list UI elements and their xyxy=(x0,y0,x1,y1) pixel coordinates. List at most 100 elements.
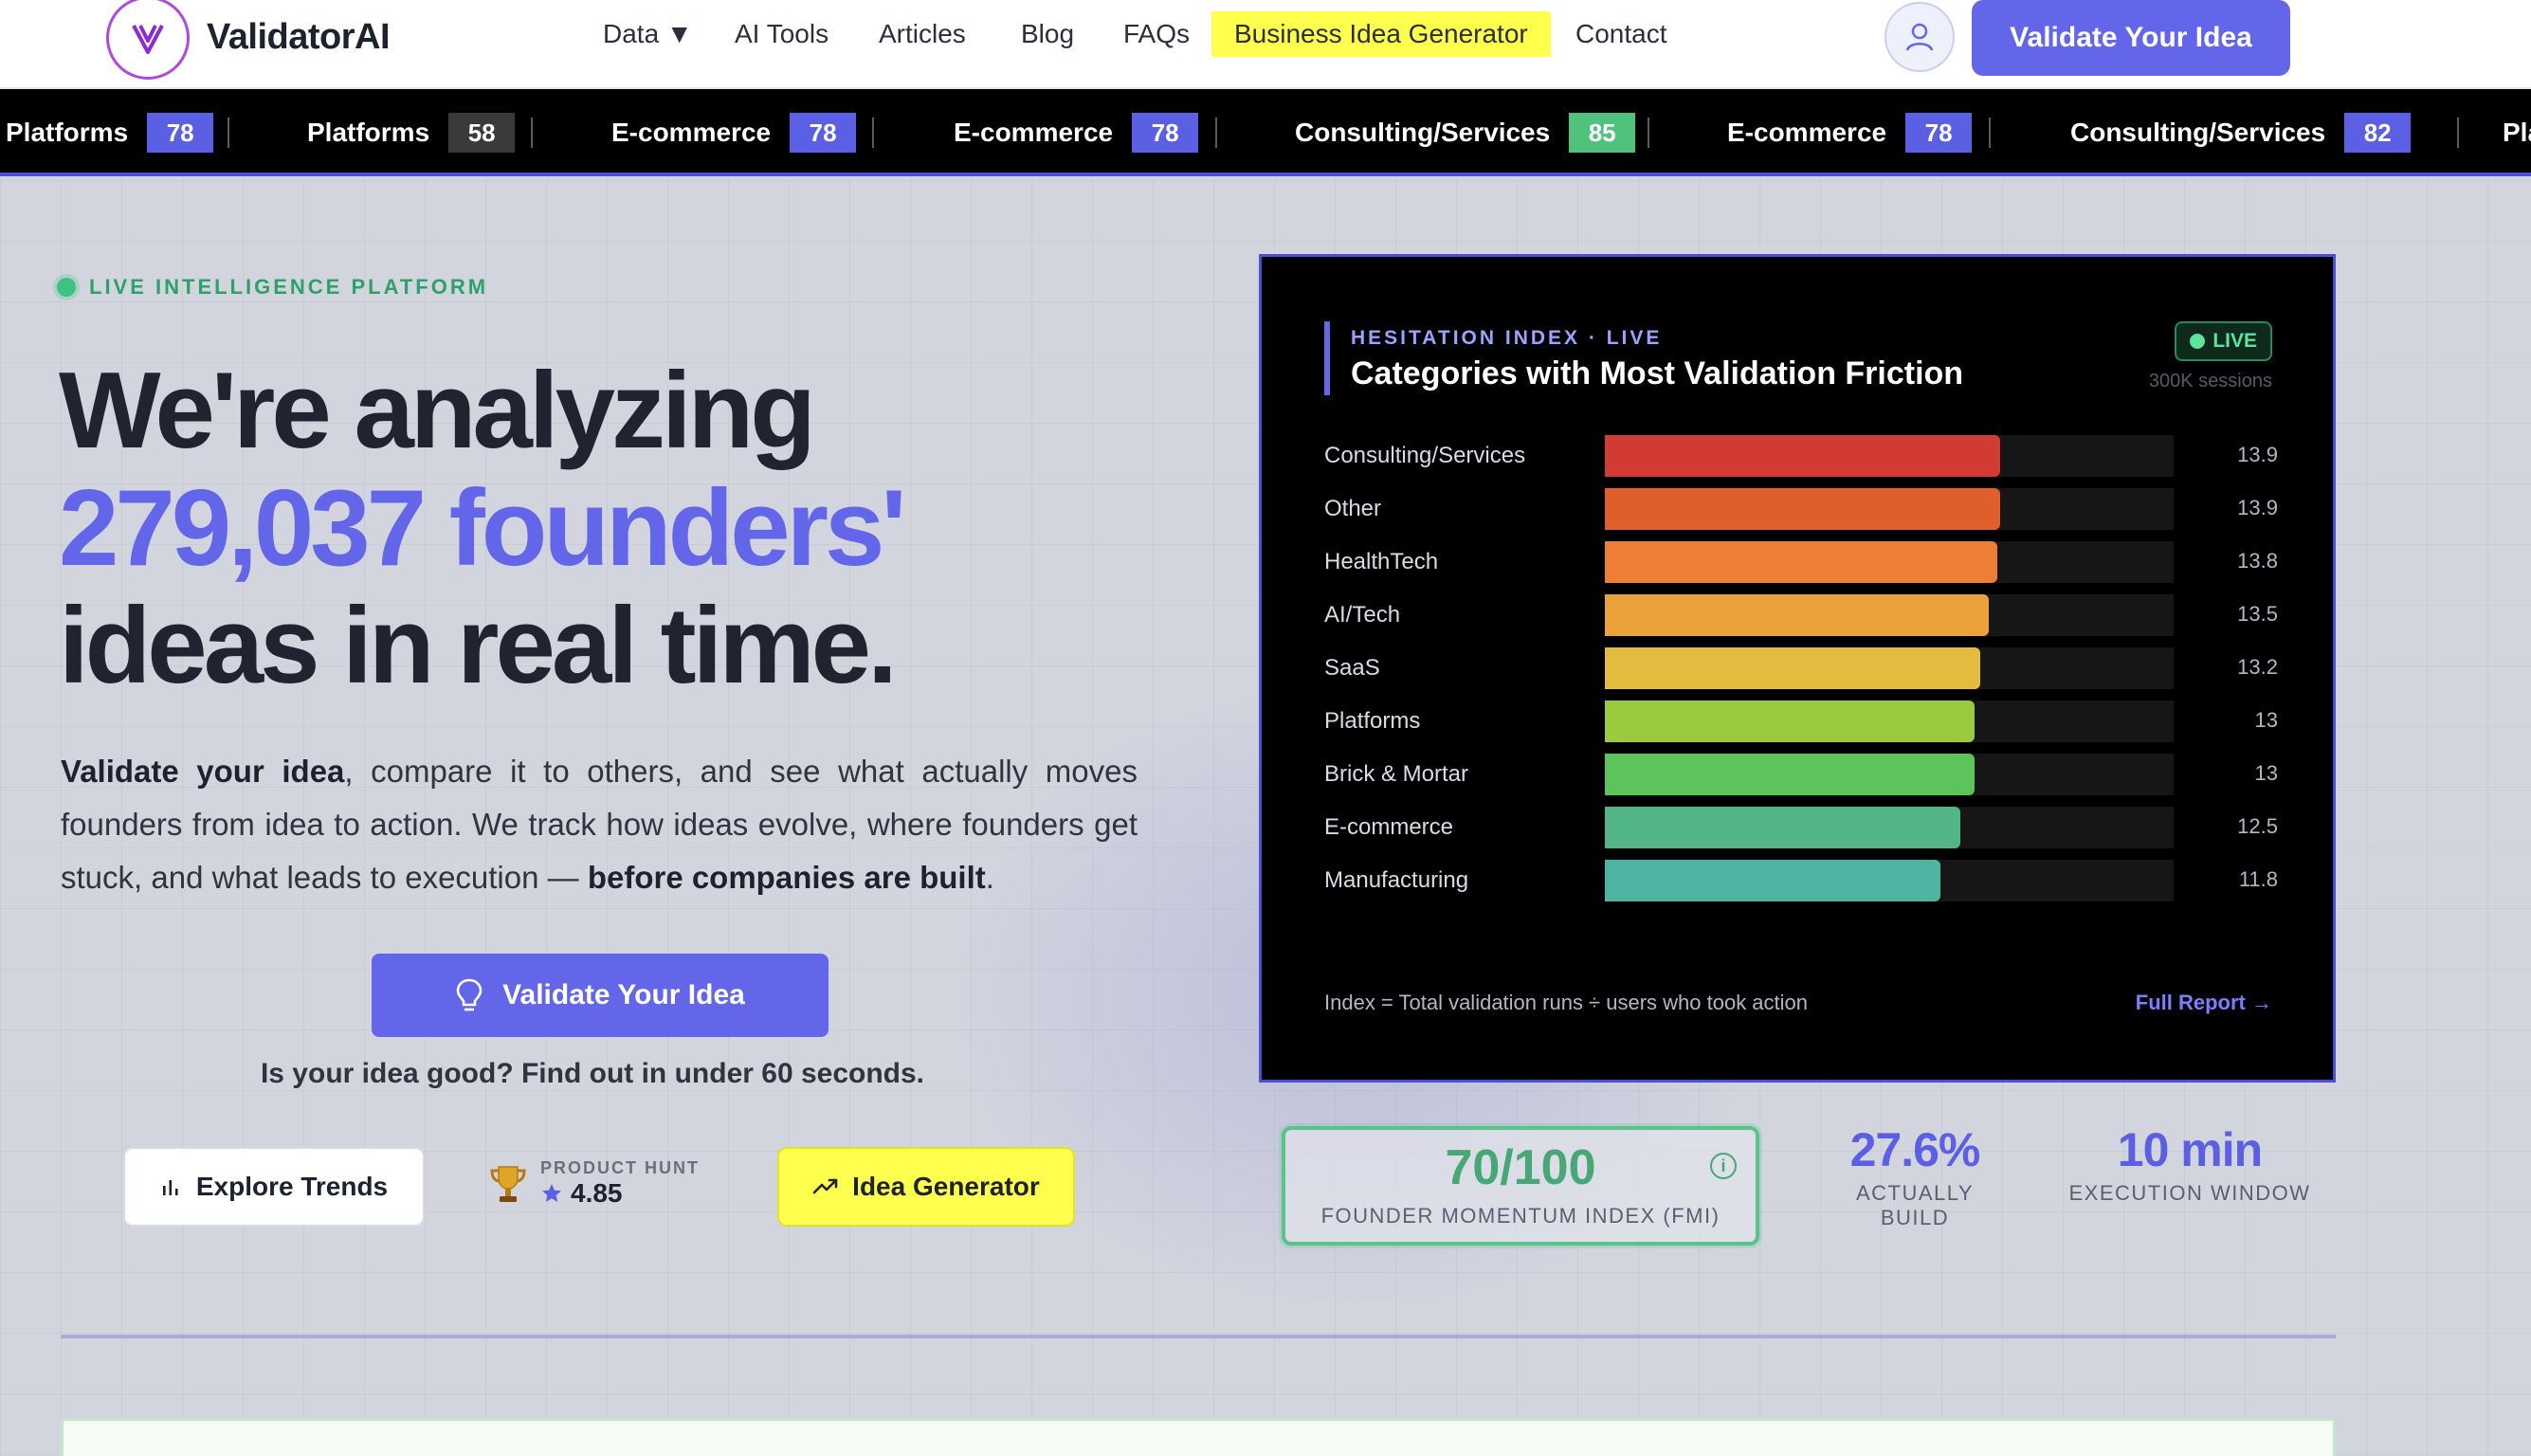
top-nav: ValidatorAI Data ▼ AI Tools Articles Blo… xyxy=(0,0,2531,89)
panel-kicker: HESITATION INDEX · LIVE xyxy=(1351,327,1663,349)
ticker-label: Consulting/Services xyxy=(1295,118,1551,147)
info-icon[interactable]: i xyxy=(1710,1153,1737,1179)
logo-icon[interactable] xyxy=(106,0,190,80)
trending-up-icon xyxy=(812,1178,838,1194)
live-intelligence-tag: LIVE INTELLIGENCE PLATFORM xyxy=(57,275,488,300)
bar-row: Brick & Mortar 13 xyxy=(1324,754,2278,795)
bar-category-label: Platforms xyxy=(1324,708,1421,734)
fmi-value: 70/100 xyxy=(1445,1140,1596,1195)
bar-row: Consulting/Services 13.9 xyxy=(1324,435,2278,477)
idea-generator-label: Idea Generator xyxy=(852,1172,1040,1201)
ticker-item[interactable]: Platforms 58 xyxy=(307,112,516,154)
section-divider xyxy=(61,1335,2336,1338)
lightbulb-icon xyxy=(456,978,483,1011)
idea-generator-button[interactable]: Idea Generator xyxy=(777,1147,1075,1227)
actually-build-label: ACTUALLY BUILD xyxy=(1855,1181,1975,1229)
bar-row: Platforms 13 xyxy=(1324,701,2278,742)
bar-track xyxy=(1605,754,2174,795)
ticker-score: 58 xyxy=(448,113,516,153)
bar-category-label: Consulting/Services xyxy=(1324,443,1526,468)
nav-data[interactable]: Data ▼ xyxy=(603,19,693,49)
product-hunt-text: PRODUCT HUNT 4.85 xyxy=(540,1158,700,1209)
bar-category-label: Manufacturing xyxy=(1324,867,1469,893)
live-dot-icon xyxy=(57,278,76,297)
ticker-item[interactable]: Platforms 78 xyxy=(6,112,214,154)
ticker-item[interactable]: E-commerce 78 xyxy=(1727,112,1973,154)
bar-category-label: Other xyxy=(1324,496,1382,521)
nav-business-idea-generator[interactable]: Business Idea Generator xyxy=(1211,11,1551,57)
bar xyxy=(1605,647,1980,689)
ticker-score: 82 xyxy=(2344,113,2412,153)
ticker-separator xyxy=(872,118,874,148)
ticker-label: E-commerce xyxy=(611,118,772,147)
brand-name[interactable]: ValidatorAI xyxy=(207,17,391,58)
nav-ai-tools[interactable]: AI Tools xyxy=(735,19,828,49)
validate-idea-nav-button[interactable]: Validate Your Idea xyxy=(1972,0,2290,76)
product-hunt-label: PRODUCT HUNT xyxy=(540,1158,700,1177)
nav-contact[interactable]: Contact xyxy=(1575,19,1667,49)
ticker-score: 78 xyxy=(1905,113,1973,153)
bar-row: AI/Tech 13.5 xyxy=(1324,594,2278,636)
nav-blog[interactable]: Blog xyxy=(1021,19,1074,49)
explore-trends-button[interactable]: Explore Trends xyxy=(123,1147,425,1227)
product-hunt-badge[interactable]: PRODUCT HUNT 4.85 xyxy=(489,1158,700,1209)
ticker-score: 78 xyxy=(1132,113,1199,153)
lead-strong-2: before companies are built xyxy=(587,860,986,895)
nav-articles[interactable]: Articles xyxy=(879,19,966,49)
hero-lead: Validate your idea, compare it to others… xyxy=(61,745,1138,904)
bar-row: SaaS 13.2 xyxy=(1324,647,2278,689)
ticker-separator xyxy=(1215,118,1217,148)
bar-row: Other 13.9 xyxy=(1324,488,2278,530)
live-badge: LIVE xyxy=(2175,321,2272,361)
bar-value-label: 13.2 xyxy=(2237,655,2278,679)
panel-accent-bar xyxy=(1324,321,1330,395)
nav-faqs[interactable]: FAQs xyxy=(1123,19,1190,49)
ticker-label: E-commerce xyxy=(954,118,1114,147)
bar-track xyxy=(1605,594,2174,636)
live-indicator-icon xyxy=(2190,334,2206,349)
bar-value-label: 12.5 xyxy=(2237,814,2278,838)
bar xyxy=(1605,435,2000,477)
bar-category-label: E-commerce xyxy=(1324,814,1454,840)
ticker-score: 85 xyxy=(1569,113,1636,153)
bar-category-label: SaaS xyxy=(1324,655,1380,681)
fmi-label: FOUNDER MOMENTUM INDEX (FMI) xyxy=(1320,1204,1721,1228)
fmi-card[interactable]: 70/100 FOUNDER MOMENTUM INDEX (FMI) i xyxy=(1282,1126,1759,1246)
ticker-label: E-commerce xyxy=(1727,118,1887,147)
product-hunt-rating: 4.85 xyxy=(540,1178,700,1209)
bar-row: HealthTech 13.8 xyxy=(1324,541,2278,583)
bar-category-label: AI/Tech xyxy=(1324,602,1401,628)
full-report-link[interactable]: Full Report → xyxy=(2136,991,2272,1015)
rating-value: 4.85 xyxy=(571,1178,623,1208)
actually-build-value: 27.6% xyxy=(1849,1123,1981,1176)
hero-cta-label: Validate Your Idea xyxy=(502,979,745,1010)
bar xyxy=(1605,754,1975,795)
ticker-item[interactable]: Consulting/Services 82 xyxy=(2070,112,2412,154)
user-account-button[interactable] xyxy=(1885,2,1955,72)
trophy-icon xyxy=(490,1165,526,1202)
hero-tagline: Is your idea good? Find out in under 60 … xyxy=(260,1058,925,1089)
bar-track xyxy=(1605,488,2174,530)
validate-idea-hero-button[interactable]: Validate Your Idea xyxy=(372,954,828,1037)
execution-window-label: EXECUTION WINDOW xyxy=(2068,1181,2311,1205)
ticker-item[interactable]: Consulting/Services 85 xyxy=(1295,112,1636,154)
ticker-label: Platforms xyxy=(307,118,430,147)
index-footnote: Index = Total validation runs ÷ users wh… xyxy=(1324,991,1809,1014)
bar xyxy=(1605,541,1997,583)
ticker-item[interactable]: E-commerce 78 xyxy=(954,112,1199,154)
user-icon xyxy=(1905,23,1934,51)
bar xyxy=(1605,860,1940,901)
ticker-item[interactable]: Pla xyxy=(2503,112,2531,154)
bar-track xyxy=(1605,860,2174,901)
bar xyxy=(1605,488,2000,530)
bar xyxy=(1605,807,1960,848)
category-ticker: Platforms 78 Platforms 58 E-commerce 78 … xyxy=(0,89,2531,176)
ticker-separator xyxy=(1989,118,1991,148)
ticker-item[interactable]: E-commerce 78 xyxy=(611,112,857,154)
sessions-count: 300K sessions xyxy=(2148,371,2272,391)
ticker-score: 78 xyxy=(147,113,214,153)
lead-strong-1: Validate your idea xyxy=(61,754,345,789)
bar-track xyxy=(1605,701,2174,742)
bar xyxy=(1605,594,1989,636)
ticker-separator xyxy=(2457,118,2459,148)
